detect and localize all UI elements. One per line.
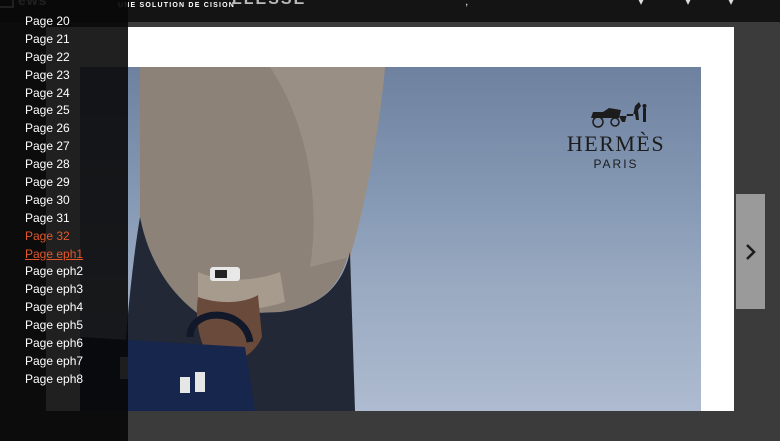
page-link-eph2[interactable]: Page eph2 [25,263,83,281]
page-link-eph6[interactable]: Page eph6 [25,335,83,353]
menu-icon[interactable]: ▾ [728,0,734,8]
page-link-26[interactable]: Page 26 [25,120,83,138]
page-link-25[interactable]: Page 25 [25,102,83,120]
page-link-27[interactable]: Page 27 [25,138,83,156]
download-icon[interactable]: ▾ [638,0,644,8]
page-link-eph8[interactable]: Page eph8 [25,371,83,389]
page-link-eph5[interactable]: Page eph5 [25,317,83,335]
page-link-31[interactable]: Page 31 [25,210,83,228]
publication-title: LLESSE [232,0,306,9]
page-list: Page 20 Page 21 Page 22 Page 23 Page 24 … [25,13,83,389]
page-link-29[interactable]: Page 29 [25,174,83,192]
next-page-button[interactable] [736,194,765,309]
page-link-eph3[interactable]: Page eph3 [25,281,83,299]
page-link-eph7[interactable]: Page eph7 [25,353,83,371]
page-link-23[interactable]: Page 23 [25,67,83,85]
page-list-sidebar: Page 20 Page 21 Page 22 Page 23 Page 24 … [0,0,128,441]
logo-tagline: UNE SOLUTION DE CISION [118,2,236,9]
chevron-right-icon [745,243,756,260]
advert-brand: HERMÈS [566,131,666,156]
page-link-21[interactable]: Page 21 [25,31,83,49]
page-link-eph4[interactable]: Page eph4 [25,299,83,317]
share-icon[interactable]: ▾ [685,0,691,8]
carriage-horse-icon [591,102,647,128]
page-link-32[interactable]: Page 32 [25,228,83,246]
page-link-22[interactable]: Page 22 [25,49,83,67]
page-link-eph1[interactable]: Page eph1 [25,246,83,264]
page-link-20[interactable]: Page 20 [25,13,83,31]
hermes-logo: HERMÈS PARIS [560,98,672,171]
page-link-30[interactable]: Page 30 [25,192,83,210]
advert-city: PARIS [593,157,639,171]
search-icon[interactable]: , [465,0,468,8]
page-link-28[interactable]: Page 28 [25,156,83,174]
page-link-24[interactable]: Page 24 [25,85,83,103]
